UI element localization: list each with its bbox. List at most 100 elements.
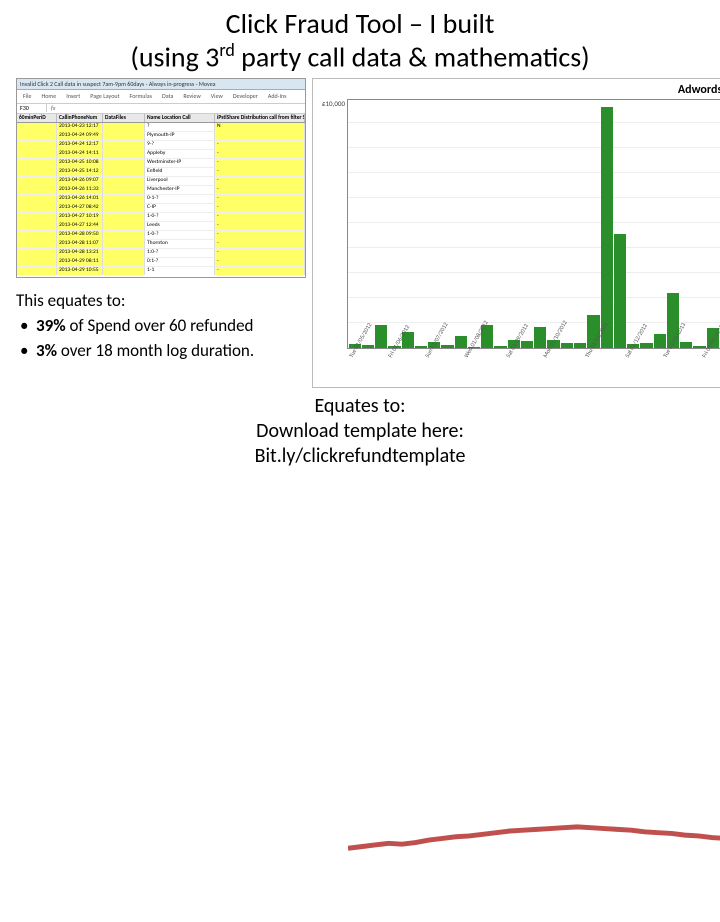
ytick: £10,000 <box>315 99 345 108</box>
table-cell: 1-1 <box>145 267 215 275</box>
table-cell <box>103 159 145 168</box>
table-cell <box>17 258 57 267</box>
chart-title: Adwords Cost vs 60day Invalid click.Refu… <box>315 83 720 97</box>
table-cell: 2013-04-26 14:01 <box>57 195 103 204</box>
table-cell: N <box>215 123 305 132</box>
chart-y-axis: £10,000 <box>315 99 347 349</box>
table-cell <box>17 150 57 159</box>
table-cell: 2013-04-29 08:11 <box>57 258 103 267</box>
table-cell: 2013-04-27 12:44 <box>57 222 103 231</box>
table-cell: 2013-04-24 12:17 <box>57 141 103 150</box>
table-cell <box>17 141 57 150</box>
ribbon-tab: Home <box>42 92 57 100</box>
table-row: 2013-04-25 14:12Enfield- <box>17 168 305 177</box>
chart-plot-area <box>347 99 720 349</box>
ribbon-tab: File <box>23 92 32 100</box>
table-row: 2013-04-24 09:49Plymouth-IP <box>17 132 305 141</box>
table-cell: Appleby <box>145 150 215 159</box>
table-row: 2013-04-28 11:07Thornton- <box>17 240 305 249</box>
title-line-2b: party call data & mathematics) <box>235 40 590 75</box>
bullet-marker: • <box>20 315 26 336</box>
table-cell <box>103 249 145 258</box>
bullet-text: 39% of Spend over 60 refunded <box>36 315 306 336</box>
table-cell: - <box>215 159 305 168</box>
table-cell: 2013-04-29 10:55 <box>57 267 103 275</box>
table-cell <box>17 168 57 177</box>
table-cell: - <box>215 222 305 231</box>
table-cell <box>103 177 145 186</box>
table-row: 2013-04-29 10:55 1-1- <box>17 267 305 275</box>
table-cell: - <box>215 186 305 195</box>
table-cell: 2013-04-28 09:50 <box>57 231 103 240</box>
table-cell: 0-1-? <box>145 195 215 204</box>
table-cell: - <box>215 240 305 249</box>
table-cell: Westminster-IP <box>145 159 215 168</box>
table-cell: - <box>215 267 305 275</box>
table-cell: 2013-04-28 11:07 <box>57 240 103 249</box>
table-cell: 2013-04-27 10:19 <box>57 213 103 222</box>
table-row: 2013-04-27 10:191-0-?- <box>17 213 305 222</box>
fx-label: fx <box>47 104 59 112</box>
ribbon-tab: Data <box>162 92 173 100</box>
table-row: 2013-04-24 12:17 9-?- <box>17 141 305 150</box>
table-cell <box>17 195 57 204</box>
title-sup: rd <box>219 39 235 61</box>
bullet-text: 3% over 18 month log duration. <box>36 340 306 361</box>
table-row: 2013-04-26 09:07Liverpool- <box>17 177 305 186</box>
table-row: 2013-04-26 14:010-1-?- <box>17 195 305 204</box>
col-header: iPstlShare Distribution call from filter… <box>215 114 305 122</box>
table-cell <box>17 204 57 213</box>
table-cell <box>17 123 57 132</box>
table-cell <box>17 177 57 186</box>
table-cell <box>17 159 57 168</box>
table-cell <box>17 249 57 258</box>
table-cell <box>17 267 57 275</box>
table-cell: Leeds <box>145 222 215 231</box>
table-cell <box>17 240 57 249</box>
table-cell: 2013-04-24 14:11 <box>57 150 103 159</box>
table-cell: Enfield <box>145 168 215 177</box>
table-cell: 1-0-? <box>145 213 215 222</box>
table-cell <box>103 195 145 204</box>
table-cell <box>103 267 145 275</box>
table-cell <box>103 150 145 159</box>
table-cell: Manchester-IP <box>145 186 215 195</box>
bullets-lead: This equates to: <box>16 290 306 311</box>
table-row: 2013-04-28 09:501-0-?- <box>17 231 305 240</box>
table-cell <box>103 123 145 132</box>
table-cell: 2013-04-25 14:12 <box>57 168 103 177</box>
table-cell: - <box>215 141 305 150</box>
ribbon-tab: Insert <box>66 92 80 100</box>
title-line-2a: (using 3 <box>130 40 219 75</box>
ribbon-tab: Page Layout <box>90 92 119 100</box>
spreadsheet-titlebar: Invalid Click 2 Call data in suspect 7am… <box>17 79 305 90</box>
table-cell <box>103 213 145 222</box>
col-header: Name Location Call <box>145 114 215 122</box>
table-row: 2013-04-23 12:17?N <box>17 123 305 132</box>
table-cell: 9-? <box>145 141 215 150</box>
chart-adwords-refunds: Adwords Cost vs 60day Invalid click.Refu… <box>312 78 720 388</box>
table-cell: 0:1-? <box>145 258 215 267</box>
table-cell <box>103 168 145 177</box>
table-cell: - <box>215 150 305 159</box>
table-cell: C-IP <box>145 204 215 213</box>
table-header-row: 60minPeriD CallinPhoneNum DataFiles Name… <box>17 114 305 123</box>
table-cell <box>103 141 145 150</box>
col-header: CallinPhoneNum <box>57 114 103 122</box>
table-cell: 2013-04-25 10:08 <box>57 159 103 168</box>
table-cell: - <box>215 231 305 240</box>
bullet-marker: • <box>20 340 26 361</box>
ribbon-tab: Review <box>183 92 200 100</box>
table-cell <box>215 132 305 141</box>
cell-ref: F30 <box>17 104 47 112</box>
table-cell <box>103 204 145 213</box>
ribbon-tab: Formulas <box>130 92 152 100</box>
table-cell <box>103 132 145 141</box>
bullet-summary: This equates to: • 39% of Spend over 60 r… <box>16 290 306 362</box>
table-row: 2013-04-28 13:211:0-?- <box>17 249 305 258</box>
bullet-item: • 3% over 18 month log duration. <box>20 340 306 361</box>
table-row: 2013-04-26 11:33Manchester-IP- <box>17 186 305 195</box>
table-body: 2013-04-23 12:17?N2013-04-24 09:49Plymou… <box>17 123 305 275</box>
table-row: 2013-04-24 14:11 Appleby- <box>17 150 305 159</box>
table-cell: ? <box>145 123 215 132</box>
